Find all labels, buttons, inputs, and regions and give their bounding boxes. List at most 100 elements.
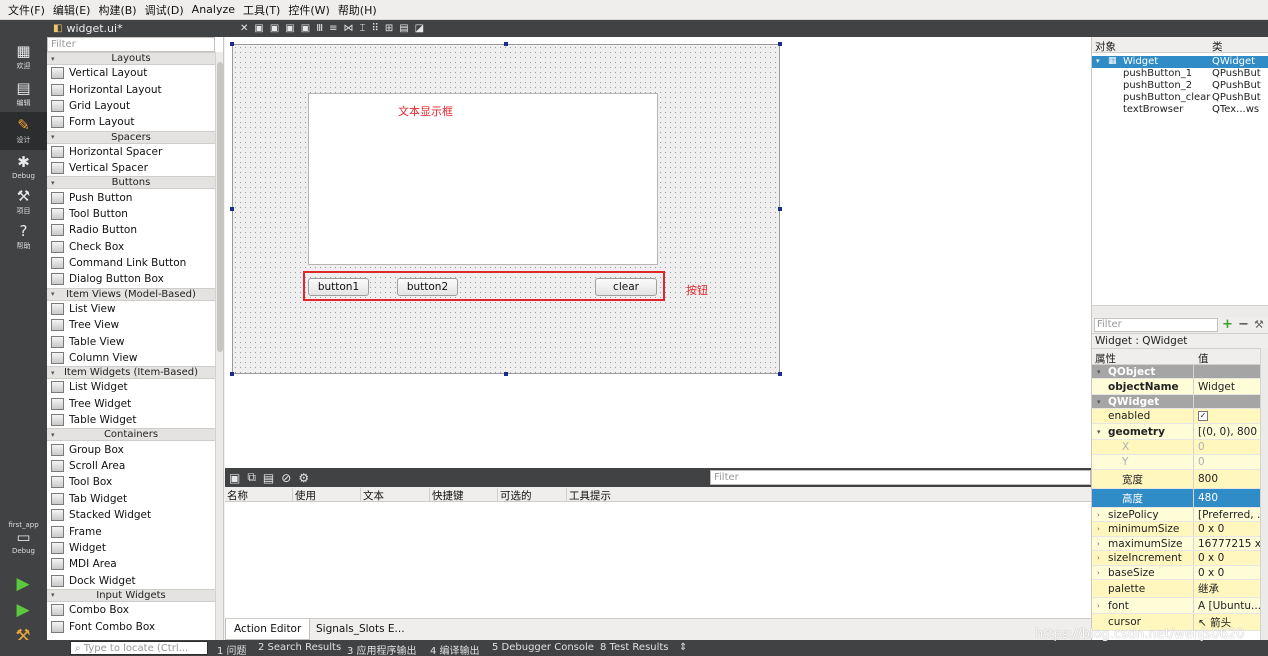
property-row[interactable]: ▾ QObject	[1092, 365, 1260, 379]
property-row[interactable]: 高度 480	[1092, 489, 1260, 508]
menu-tools[interactable]: 工具(T)	[239, 2, 284, 18]
widget-item[interactable]: Widget	[47, 540, 215, 556]
collapse-arrow-icon[interactable]: ▾	[51, 591, 55, 599]
debug-run-icon[interactable]: ▶	[12, 599, 34, 621]
resize-handle[interactable]	[230, 372, 234, 376]
form-widget[interactable]: 文本显示框 button1 button2 clear	[232, 44, 780, 374]
property-row[interactable]: enabled ✓	[1092, 409, 1260, 424]
collapse-arrow-icon[interactable]: ▾	[51, 431, 55, 439]
property-value-cell[interactable]: 0	[1195, 455, 1260, 469]
menu-help[interactable]: 帮助(H)	[334, 2, 381, 18]
property-row[interactable]: › minimumSize 0 x 0	[1092, 522, 1260, 537]
mode-debug[interactable]: ✱ Debug	[0, 148, 47, 186]
widget-item[interactable]: Column View	[47, 350, 215, 366]
layout-horizontal-icon[interactable]: Ⅲ	[316, 23, 323, 34]
column-header[interactable]: 文本	[361, 488, 430, 502]
widget-category[interactable]: ▾ Input Widgets	[47, 588, 215, 602]
property-row[interactable]: Y0	[1092, 455, 1260, 470]
property-row[interactable]: › sizeIncrement 0 x 0	[1092, 551, 1260, 566]
widget-category[interactable]: ▾ Layouts	[47, 52, 215, 65]
resize-handle[interactable]	[778, 42, 782, 46]
tab-action-editor[interactable]: Action Editor	[225, 619, 311, 640]
property-row[interactable]: ▾ QWidget	[1092, 395, 1260, 409]
widget-item[interactable]: Check Box	[47, 239, 215, 255]
run-icon[interactable]: ▶	[12, 573, 34, 595]
property-row[interactable]: ▾geometry[(0, 0), 800 ...	[1092, 424, 1260, 440]
property-row[interactable]: ›maximumSize16777215 x...	[1092, 537, 1260, 551]
edit-signals-icon[interactable]: ▣	[270, 23, 279, 34]
delete-action-icon[interactable]: ⊘	[281, 471, 291, 485]
widget-item[interactable]: Vertical Layout	[47, 65, 215, 81]
object-row[interactable]: pushButton_1 QPushBut	[1092, 68, 1268, 80]
layout-form-icon[interactable]: ⊞	[385, 23, 393, 34]
tab-signals-slots[interactable]: Signals_Slots E...	[308, 619, 413, 640]
collapse-arrow-icon[interactable]: ▾	[1096, 56, 1100, 67]
break-layout-icon[interactable]: ▤	[399, 23, 408, 34]
widget-box-scrollbar[interactable]	[215, 52, 223, 640]
output-pane-search-results[interactable]: 2 Search Results	[258, 642, 341, 653]
clear-button[interactable]: clear	[595, 278, 657, 296]
output-pane-issues[interactable]: 1 问题	[217, 642, 247, 656]
property-value-cell[interactable]: [(0, 0), 800 ...	[1195, 424, 1260, 439]
widget-category[interactable]: ▾ Spacers	[47, 130, 215, 144]
widget-item[interactable]: Vertical Spacer	[47, 160, 215, 176]
locator-input[interactable]: ⌕ Type to locate (Ctrl...	[70, 641, 208, 655]
resize-handle[interactable]	[778, 372, 782, 376]
property-row[interactable]: X0	[1092, 440, 1260, 455]
open-document[interactable]: ◧ widget.ui*	[47, 22, 237, 35]
object-row[interactable]: pushButton_2 QPushBut	[1092, 80, 1268, 92]
widget-item[interactable]: Push Button	[47, 189, 215, 205]
widget-item[interactable]: Command Link Button	[47, 255, 215, 271]
widget-item[interactable]: Tree Widget	[47, 396, 215, 412]
scrollbar-thumb[interactable]	[217, 62, 223, 352]
copy-action-icon[interactable]: ⧉	[247, 470, 256, 485]
widget-category[interactable]: ▾ Buttons	[47, 176, 215, 190]
column-header[interactable]: 快捷键	[430, 488, 498, 502]
button1[interactable]: button1	[308, 278, 369, 296]
output-pane-debugger-console[interactable]: 5 Debugger Console	[492, 642, 594, 653]
edit-tab-order-icon[interactable]: ▣	[301, 23, 310, 34]
object-row[interactable]: ▾ ▦ Widget QWidget	[1092, 56, 1268, 68]
widget-category[interactable]: ▾ Containers	[47, 428, 215, 442]
layout-grid-icon[interactable]: ⠿	[372, 23, 379, 34]
widget-item[interactable]: Scroll Area	[47, 458, 215, 474]
widget-item[interactable]: Table View	[47, 333, 215, 349]
menu-analyze[interactable]: Analyze	[188, 3, 239, 16]
close-document-icon[interactable]: ✕	[240, 23, 248, 34]
collapse-arrow-icon[interactable]: ▾	[51, 369, 55, 377]
widget-filter-input[interactable]: Filter	[47, 37, 215, 52]
adjust-size-icon[interactable]: ◪	[415, 23, 424, 34]
menu-widgets[interactable]: 控件(W)	[284, 2, 333, 18]
mode-welcome[interactable]: ▦ 欢迎	[0, 38, 47, 76]
collapse-arrow-icon[interactable]: ▾	[51, 55, 55, 63]
column-header[interactable]: 可选的	[498, 488, 567, 502]
property-filter-input[interactable]: Filter	[1094, 318, 1218, 332]
mode-design[interactable]: ✎ 设计	[0, 112, 47, 150]
mode-edit[interactable]: ▤ 编辑	[0, 75, 47, 113]
property-row[interactable]: › baseSize 0 x 0	[1092, 566, 1260, 580]
paste-action-icon[interactable]: ▤	[263, 471, 274, 485]
widget-item[interactable]: Tab Widget	[47, 491, 215, 507]
widget-item[interactable]: Font Combo Box	[47, 618, 215, 634]
value-column-header[interactable]: 值	[1198, 351, 1209, 366]
widget-item[interactable]: Frame	[47, 523, 215, 539]
property-value-cell[interactable]: 800	[1195, 470, 1260, 488]
widget-item[interactable]: Form Layout	[47, 114, 215, 130]
property-value-cell[interactable]: ✓	[1195, 409, 1260, 423]
property-value-cell[interactable]: 继承	[1195, 580, 1260, 597]
property-value-cell[interactable]: 0 x 0	[1195, 551, 1260, 565]
property-row[interactable]: 宽度 800	[1092, 470, 1260, 489]
property-value-cell[interactable]: 0	[1195, 440, 1260, 454]
property-value-cell[interactable]: [Preferred, ...	[1195, 508, 1260, 521]
menu-build[interactable]: 构建(B)	[94, 2, 140, 18]
object-row[interactable]: pushButton_clear QPushBut	[1092, 92, 1268, 104]
collapse-arrow-icon[interactable]: ▾	[51, 179, 55, 187]
widget-item[interactable]: Tool Button	[47, 206, 215, 222]
mode-help[interactable]: ? 帮助	[0, 218, 47, 256]
edit-widgets-icon[interactable]: ▣	[254, 23, 263, 34]
property-row[interactable]: ›sizePolicy[Preferred, ...	[1092, 508, 1260, 522]
collapse-arrow-icon[interactable]: ▾	[51, 290, 55, 298]
remove-property-icon[interactable]: −	[1238, 317, 1249, 332]
mode-projects[interactable]: ⚒ 项目	[0, 183, 47, 221]
property-value-cell[interactable]: Widget	[1195, 379, 1260, 394]
